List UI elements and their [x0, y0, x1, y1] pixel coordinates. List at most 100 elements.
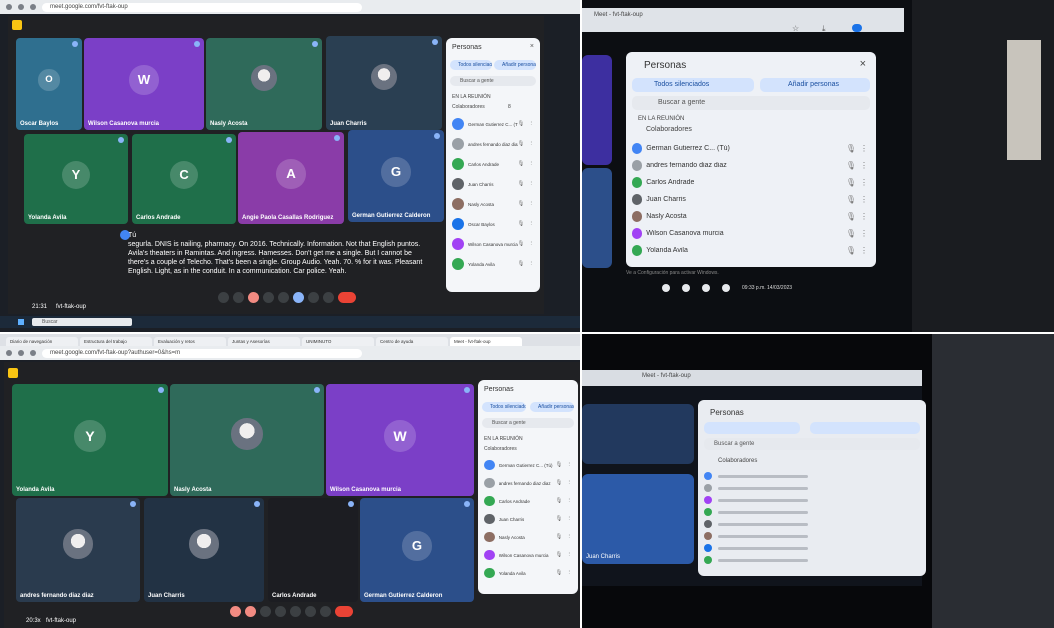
mic-muted-icon[interactable]: 🎙	[846, 246, 856, 255]
end-call-button[interactable]	[335, 606, 353, 617]
participant-row[interactable]: Juan Charris 🎙 ⋮	[484, 510, 572, 528]
participant-row[interactable]	[704, 470, 916, 482]
end-call-button[interactable]	[338, 292, 356, 303]
participant-row[interactable]: Carlos Andrade 🎙 ⋮	[632, 174, 868, 191]
emoji-icon[interactable]	[275, 606, 286, 617]
browser-tab[interactable]: Evaluación y retos	[154, 337, 226, 346]
video-tile[interactable]: Y Yolanda Avila	[24, 134, 128, 224]
mic-muted-icon[interactable]: 🎙	[556, 534, 563, 540]
taskbar-search-input[interactable]: Buscar	[32, 318, 132, 326]
participant-row[interactable]: Carlos Andrade 🎙 ⋮	[484, 492, 572, 510]
group-label[interactable]: Colaboradores	[452, 104, 485, 110]
video-tile[interactable]: Juan Charris	[326, 36, 442, 130]
video-tile[interactable]: C Carlos Andrade	[132, 134, 236, 224]
participant-row[interactable]: Wilson Casanova murcia 🎙 ⋮	[452, 234, 534, 254]
participant-row[interactable]: Carlos Andrade 🎙 ⋮	[452, 154, 534, 174]
participant-row[interactable]: Wilson Casanova murcia 🎙 ⋮	[484, 546, 572, 564]
taskbar-icon[interactable]	[682, 284, 690, 292]
more-options-icon[interactable]: ⋮	[567, 498, 573, 504]
address-bar[interactable]: meet.google.com/fvt-ftak-oup	[42, 2, 362, 12]
browser-tab[interactable]: Diario de navegación	[6, 337, 78, 346]
profile-icon[interactable]	[852, 24, 862, 32]
taskbar-icon[interactable]	[722, 284, 730, 292]
video-tile[interactable]: W Wilson Casanova murcia	[84, 38, 204, 130]
video-tile[interactable]: Nasly Acosta	[206, 38, 322, 130]
participant-row[interactable]	[704, 542, 916, 554]
video-tile[interactable]: andres fernando diaz diaz	[16, 498, 140, 602]
mic-muted-icon[interactable]: 🎙	[846, 212, 856, 221]
video-tile[interactable]: G German Gutierrez Calderon	[348, 130, 444, 222]
mute-all-button[interactable]: Todos silenciados	[482, 402, 526, 412]
back-icon[interactable]	[6, 4, 12, 10]
more-icon[interactable]	[323, 292, 334, 303]
video-tile[interactable]: W Wilson Casanova murcia	[326, 384, 474, 496]
close-icon[interactable]: ×	[530, 43, 534, 50]
present-icon[interactable]	[293, 292, 304, 303]
forward-icon[interactable]	[18, 350, 24, 356]
taskbar-icon[interactable]	[662, 284, 670, 292]
mic-muted-icon[interactable]: 🎙	[846, 229, 856, 238]
group-label[interactable]: Colaboradores	[484, 446, 517, 452]
more-options-icon[interactable]: ⋮	[567, 570, 573, 576]
more-options-icon[interactable]: ⋮	[529, 141, 535, 147]
participant-row[interactable]	[704, 518, 916, 530]
browser-tab[interactable]: Meet - fvt-ftak-oup	[642, 373, 691, 379]
participant-row[interactable]: andres fernando diaz diaz 🎙 ⋮	[632, 157, 868, 174]
mic-muted-icon[interactable]: 🎙	[556, 462, 563, 468]
participant-row[interactable]	[704, 506, 916, 518]
browser-tab[interactable]: Centro de ayuda	[376, 337, 448, 346]
participant-row[interactable]: Nasly Acosta 🎙 ⋮	[632, 208, 868, 225]
reload-icon[interactable]	[30, 350, 36, 356]
participant-row[interactable]	[704, 494, 916, 506]
participant-row[interactable]	[704, 554, 916, 566]
video-tile[interactable]: O Oscar Baylos	[16, 38, 82, 130]
mic-muted-icon[interactable]: 🎙	[556, 516, 563, 522]
people-search-input[interactable]: Buscar a gente	[482, 418, 574, 428]
more-options-icon[interactable]: ⋮	[860, 161, 868, 170]
video-tile[interactable]: Nasly Acosta	[170, 384, 324, 496]
participant-row[interactable]: German Gutierrez C... (Tú) 🎙 ⋮	[484, 456, 572, 474]
group-label[interactable]: Colaboradores	[718, 458, 757, 464]
participant-row[interactable]: Yolanda Avila 🎙 ⋮	[452, 254, 534, 274]
camera-icon[interactable]	[245, 606, 256, 617]
mic-muted-icon[interactable]: 🎙	[518, 241, 525, 247]
camera-icon[interactable]	[248, 292, 259, 303]
participant-row[interactable]: andres fernando diaz diaz 🎙 ⋮	[484, 474, 572, 492]
mic-muted-icon[interactable]: 🎙	[556, 498, 563, 504]
add-people-button[interactable]	[810, 422, 920, 434]
mic-muted-icon[interactable]: 🎙	[846, 178, 856, 187]
participant-row[interactable]: andres fernando diaz diaz 🎙 ⋮	[452, 134, 534, 154]
captions-icon[interactable]	[260, 606, 271, 617]
mute-all-button[interactable]: Todos silenciados	[450, 60, 492, 70]
more-icon[interactable]	[320, 606, 331, 617]
add-people-button[interactable]: Añadir personas	[494, 60, 536, 70]
participant-row[interactable]: Yolanda Avila 🎙 ⋮	[632, 242, 868, 259]
participant-row[interactable]: Juan Charris 🎙 ⋮	[452, 174, 534, 194]
browser-tab[interactable]: Meet - fvt-ftak-oup	[450, 337, 522, 346]
mic-muted-icon[interactable]: 🎙	[518, 221, 525, 227]
participant-row[interactable]: Juan Charris 🎙 ⋮	[632, 191, 868, 208]
taskbar-icon[interactable]	[702, 284, 710, 292]
mic-muted-icon[interactable]: 🎙	[518, 261, 525, 267]
browser-tab[interactable]: Juntas y Asesorías	[228, 337, 300, 346]
more-options-icon[interactable]: ⋮	[567, 480, 573, 486]
raise-hand-icon[interactable]	[305, 606, 316, 617]
mic-muted-icon[interactable]: 🎙	[518, 181, 525, 187]
more-options-icon[interactable]: ⋮	[529, 261, 535, 267]
back-icon[interactable]	[6, 350, 12, 356]
more-options-icon[interactable]: ⋮	[567, 462, 573, 468]
participant-row[interactable]: Oscar Baylos 🎙 ⋮	[452, 214, 534, 234]
reload-icon[interactable]	[30, 4, 36, 10]
download-icon[interactable]: ⤓	[822, 24, 826, 34]
forward-icon[interactable]	[18, 4, 24, 10]
more-options-icon[interactable]: ⋮	[529, 241, 535, 247]
participant-row[interactable]: Nasly Acosta 🎙 ⋮	[452, 194, 534, 214]
more-options-icon[interactable]: ⋮	[529, 121, 535, 127]
participant-row[interactable]	[704, 530, 916, 542]
people-search-input[interactable]: Buscar a gente	[450, 76, 536, 86]
mic-muted-icon[interactable]: 🎙	[556, 480, 563, 486]
video-tile[interactable]: Juan Charris	[144, 498, 264, 602]
participant-row[interactable]	[704, 482, 916, 494]
more-options-icon[interactable]: ⋮	[860, 229, 868, 238]
add-people-button[interactable]: Añadir personas	[530, 402, 574, 412]
